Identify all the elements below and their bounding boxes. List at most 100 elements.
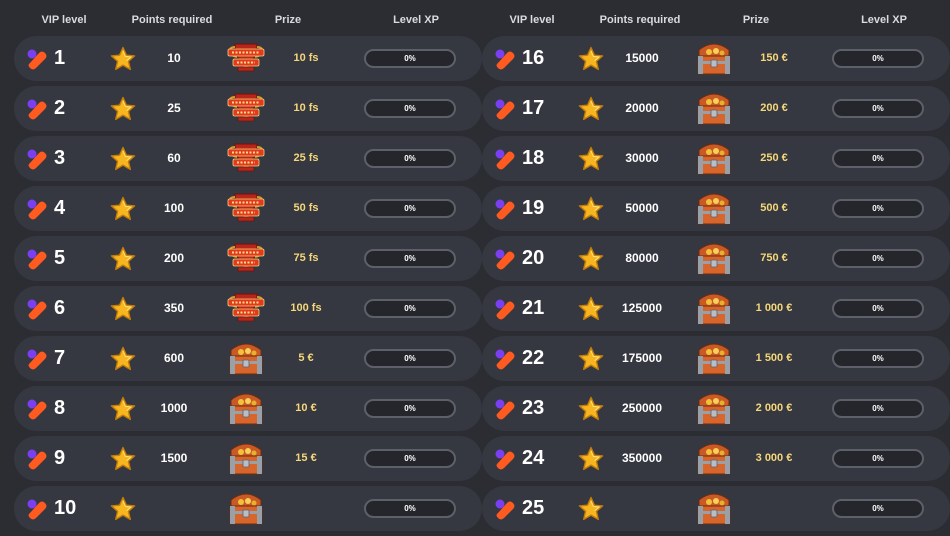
- level-xp-progress-bar: 0%: [832, 499, 924, 518]
- prize-amount: 500 €: [760, 202, 788, 214]
- prize-amount: 50 fs: [293, 202, 319, 214]
- level-xp-value: 0%: [872, 354, 884, 363]
- vip-level-row: 3 60 25 fs 0%: [14, 136, 482, 181]
- vip-badge-icon: [494, 348, 516, 370]
- points-required: 10: [167, 51, 181, 65]
- prize-amount: 750 €: [760, 252, 788, 264]
- level-xp-value: 0%: [872, 504, 884, 513]
- vip-badge-icon: [494, 48, 516, 70]
- vip-badge-icon: [26, 148, 48, 170]
- prize-amount: 10 €: [295, 402, 317, 414]
- level-xp-progress-bar: 0%: [832, 49, 924, 68]
- vip-level-number: 19: [522, 197, 545, 219]
- points-required: 50000: [625, 201, 659, 215]
- points-required: 25: [167, 101, 181, 115]
- vip-badge-icon: [494, 498, 516, 520]
- vip-badge-icon: [26, 198, 48, 220]
- prize-amount: 250 €: [760, 152, 788, 164]
- vip-level-row: 16 15000 150 € 0%: [482, 36, 950, 81]
- vip-badge-icon: [26, 298, 48, 320]
- vip-badge-icon: [494, 248, 516, 270]
- vip-level-row: 8 1000 10 € 0%: [14, 386, 482, 431]
- treasure-chest-icon: [694, 490, 734, 528]
- header-level-xp: Level XP: [861, 14, 907, 26]
- level-xp-value: 0%: [872, 54, 884, 63]
- vip-level-number: 2: [54, 97, 66, 119]
- header-level-xp: Level XP: [393, 14, 439, 26]
- points-required: 175000: [621, 351, 663, 365]
- vip-level-row: 25 0%: [482, 486, 950, 531]
- treasure-chest-icon: [694, 440, 734, 478]
- table-header: VIP level Points required Prize Level XP: [14, 0, 482, 36]
- level-xp-value: 0%: [404, 354, 416, 363]
- prize-amount: 200 €: [760, 102, 788, 114]
- vip-level-number: 9: [54, 447, 66, 469]
- level-xp-value: 0%: [872, 304, 884, 313]
- vip-level-row: 5 200 75 fs 0%: [14, 236, 482, 281]
- level-xp-value: 0%: [872, 254, 884, 263]
- treasure-chest-icon: [694, 340, 734, 378]
- prize-amount: 100 fs: [290, 302, 322, 314]
- level-xp-progress-bar: 0%: [364, 299, 456, 318]
- vip-level-row: 10 0%: [14, 486, 482, 531]
- points-required: 60: [167, 151, 181, 165]
- level-xp-value: 0%: [404, 54, 416, 63]
- vip-level-row: 22 175000 1 500 € 0%: [482, 336, 950, 381]
- prize-amount: 1 000 €: [755, 302, 793, 314]
- vip-badge-icon: [26, 498, 48, 520]
- star-icon: [578, 246, 604, 272]
- vip-level-row: 23 250000 2 000 € 0%: [482, 386, 950, 431]
- vip-level-number: 4: [54, 197, 66, 219]
- level-xp-progress-bar: 0%: [364, 49, 456, 68]
- level-xp-value: 0%: [404, 254, 416, 263]
- vip-badge-icon: [26, 348, 48, 370]
- vip-level-number: 3: [54, 147, 66, 169]
- points-required: 350: [163, 301, 185, 315]
- free-spins-trophy-icon: [226, 140, 266, 178]
- level-xp-value: 0%: [404, 154, 416, 163]
- star-icon: [578, 196, 604, 222]
- level-xp-progress-bar: 0%: [832, 99, 924, 118]
- vip-level-row: 1 10 10 fs 0%: [14, 36, 482, 81]
- level-xp-value: 0%: [872, 104, 884, 113]
- vip-table-right: VIP level Points required Prize Level XP…: [482, 0, 950, 536]
- vip-badge-icon: [494, 198, 516, 220]
- star-icon: [110, 96, 136, 122]
- treasure-chest-icon: [694, 40, 734, 78]
- level-xp-value: 0%: [404, 504, 416, 513]
- vip-level-row: 7 600 5 € 0%: [14, 336, 482, 381]
- vip-level-number: 18: [522, 147, 545, 169]
- treasure-chest-icon: [226, 390, 266, 428]
- points-required: 250000: [621, 401, 663, 415]
- prize-amount: 25 fs: [293, 152, 319, 164]
- level-xp-progress-bar: 0%: [364, 399, 456, 418]
- header-vip-level: VIP level: [41, 14, 87, 26]
- vip-level-row: 9 1500 15 € 0%: [14, 436, 482, 481]
- treasure-chest-icon: [694, 390, 734, 428]
- level-xp-value: 0%: [872, 454, 884, 463]
- vip-level-number: 5: [54, 247, 66, 269]
- vip-level-number: 23: [522, 397, 545, 419]
- treasure-chest-icon: [694, 240, 734, 278]
- level-xp-progress-bar: 0%: [364, 449, 456, 468]
- prize-amount: 10 fs: [293, 102, 319, 114]
- level-xp-value: 0%: [872, 404, 884, 413]
- header-vip-level: VIP level: [509, 14, 555, 26]
- level-xp-progress-bar: 0%: [832, 299, 924, 318]
- level-xp-progress-bar: 0%: [364, 149, 456, 168]
- treasure-chest-icon: [226, 340, 266, 378]
- star-icon: [110, 496, 136, 522]
- level-xp-value: 0%: [404, 304, 416, 313]
- vip-level-number: 16: [522, 47, 545, 69]
- vip-badge-icon: [494, 98, 516, 120]
- prize-amount: 5 €: [298, 352, 314, 364]
- points-required: 200: [163, 251, 185, 265]
- treasure-chest-icon: [226, 440, 266, 478]
- level-xp-progress-bar: 0%: [832, 149, 924, 168]
- header-prize: Prize: [742, 14, 770, 26]
- vip-level-row: 20 80000 750 € 0%: [482, 236, 950, 281]
- table-header: VIP level Points required Prize Level XP: [482, 0, 950, 36]
- points-required: 30000: [625, 151, 659, 165]
- treasure-chest-icon: [694, 290, 734, 328]
- points-required: 20000: [625, 101, 659, 115]
